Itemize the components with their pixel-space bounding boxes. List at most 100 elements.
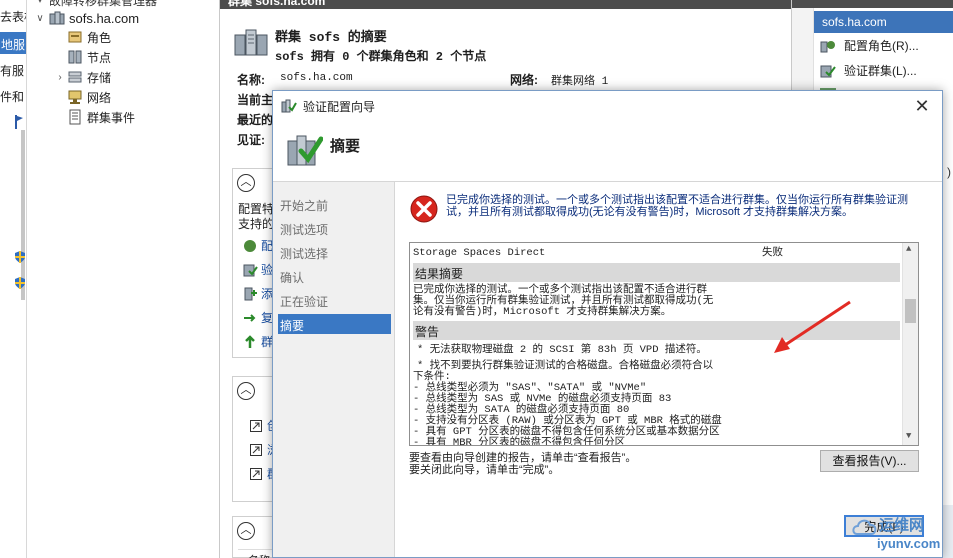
events-log-icon [69,109,81,125]
report-row-name: Storage Spaces Direct [413,247,546,259]
left-item-all-servers[interactable]: 有服 [0,62,24,79]
copy-roles-icon [244,313,256,322]
expand-collapse-icon[interactable]: ▾ [35,0,45,6]
close-icon[interactable]: ✕ [910,95,934,117]
red-annotation-arrow-icon [774,300,851,353]
tree-item-networks[interactable]: 网络 [67,87,111,107]
cluster-icon [49,11,65,25]
left-scrollbar[interactable] [21,130,25,300]
shield-icon [15,277,25,289]
report-summary-line: 论有没有警告)时，Microsoft 才支持群集解决方案。 [413,306,672,318]
dialog-titlebar[interactable]: 验证配置向导 [273,91,942,121]
cluster-aware-update-link[interactable]: 群 [242,333,273,350]
left-item-file-storage[interactable]: 件和 [0,88,24,105]
navigation-tree: ▾ 故障转移群集管理器 ∨ sofs.ha.com 角色 节点 › 存储 网络 … [27,0,219,558]
shortcut-arrow-icon [250,467,262,480]
name-label: 名称: [237,73,265,87]
tree-item-label: sofs.ha.com [69,10,140,26]
actions-header [792,0,953,8]
dialog-title: 验证配置向导 [303,99,376,114]
step-testing-options[interactable]: 测试选项 [278,218,391,238]
step-validating[interactable]: 正在验证 [278,290,391,310]
footer-hint-line-1: 要查看由向导创建的报告，请单击“查看报告”。 [409,452,637,464]
configure-role-icon [244,239,256,252]
expand-arrow-icon[interactable]: › [55,72,65,83]
actions-cluster-header[interactable]: sofs.ha.com [814,11,953,33]
action-validate-cluster[interactable]: 验证群集(L)... [820,62,917,79]
witness-label: 见证: [237,133,265,147]
storage-icon [68,71,82,83]
left-truncated-pane: 去表板 地服 有服 件和 [0,0,27,558]
scroll-down-icon[interactable]: ▼ [906,431,911,441]
tree-item-cluster-events[interactable]: 群集事件 [67,107,135,127]
collapse-arrow-icon[interactable]: ∨ [35,13,45,24]
cluster-summary-subtitle: sofs 拥有 0 个群集角色和 2 个节点 [275,50,487,64]
left-item-local-server[interactable]: 地服 [0,32,26,54]
report-vertical-scrollbar[interactable]: ▲ ▼ [902,243,918,445]
report-section-summary: 结果摘要 [413,263,900,282]
config-text-2: 支持的 [238,217,275,231]
left-item-dashboard[interactable]: 去表板 [0,8,26,25]
configure-role-link[interactable]: 配 [242,237,273,254]
step-summary[interactable]: 摘要 [278,314,391,334]
nodes-icon [68,50,82,64]
step-test-selection[interactable]: 测试选择 [278,242,391,262]
roles-icon [68,31,82,43]
error-icon [410,195,438,223]
update-arrow-icon [245,334,255,348]
network-value: 群集网络 1 [551,76,609,88]
dialog-header: 摘要 [273,121,942,181]
network-icon [68,90,82,104]
view-report-button[interactable]: 查看报告(V)... [820,450,919,472]
configure-role-icon [820,40,835,52]
collapse-section-icon[interactable]: ︿ [237,522,255,540]
tree-item-cluster[interactable]: ∨ sofs.ha.com [35,8,139,28]
validate-icon [243,264,258,276]
step-before-you-begin[interactable]: 开始之前 [278,194,391,214]
network-label: 网络: [510,73,538,87]
report-warning-line: - 具有 MBR 分区表的磁盘不得包含任何分区 [413,437,626,446]
shortcut-arrow-icon [250,443,262,456]
flag-icon [15,115,23,129]
report-warning-line: * 无法获取物理磁盘 2 的 SCSI 第 83h 页 VPD 描述符。 [417,344,707,356]
action-label: 验证群集(L)... [844,64,917,78]
footer-hint-line-2: 要关闭此向导，请单击“完成”。 [409,464,560,476]
tree-item-label: 网络 [87,90,112,105]
copy-roles-link[interactable]: 复 [242,309,273,326]
current-host-label: 当前主 [237,93,274,107]
watermark-text-cn: 运维网 [879,517,925,534]
validate-config-wizard-dialog: 验证配置向导 ✕ 摘要 开始之前 测试选项 测试选择 确认 正在验证 摘要 已完… [272,90,943,558]
shield-icon [15,251,25,263]
watermark-text-url: iyunv.com [877,536,941,551]
tree-item-storage[interactable]: › 存储 [55,67,111,87]
name-value: sofs.ha.com [280,72,353,84]
cluster-large-icon [234,29,268,56]
collapse-section-icon[interactable]: ︿ [237,382,255,400]
tree-item-label: 存储 [87,70,112,85]
watermark-logo: 运维网 iyunv.com [851,510,951,558]
dialog-header-title: 摘要 [330,138,361,155]
collapse-section-icon[interactable]: ︿ [237,174,255,192]
tree-item-roles[interactable]: 角色 [67,27,111,47]
column-header-name[interactable]: 名称 [248,552,270,558]
scrollbar-thumb[interactable] [905,299,916,323]
action-configure-role[interactable]: 配置角色(R)... [820,37,919,54]
cluster-summary-title: 群集 sofs 的摘要 [275,30,387,45]
add-node-icon [244,287,257,300]
tree-item-label: 角色 [87,30,112,45]
validate-cluster-link[interactable]: 验 [242,261,273,278]
watermark-cloud-icon [852,519,877,535]
tree-item-label: 节点 [87,50,112,65]
report-warning-line: * 找不到要执行群集验证测试的合格磁盘。合格磁盘必须符合以 [417,360,714,372]
report-row-status: 失败 [762,247,783,259]
scroll-up-icon[interactable]: ▲ [906,244,911,254]
action-label: 配置角色(R)... [844,39,919,53]
tree-item-nodes[interactable]: 节点 [67,47,111,67]
actions-overflow-glyph: ) [947,165,951,179]
center-pane-header: 群集 sofs.ha.com [220,0,791,9]
summary-message: 已完成你选择的测试。一个或多个测试指出该配置不适合进行群集。仅当你运行所有群集验… [446,194,908,218]
step-confirmation[interactable]: 确认 [278,266,391,286]
shortcut-arrow-icon [250,419,262,432]
validate-icon [820,65,836,77]
add-node-link[interactable]: 添 [242,285,273,302]
